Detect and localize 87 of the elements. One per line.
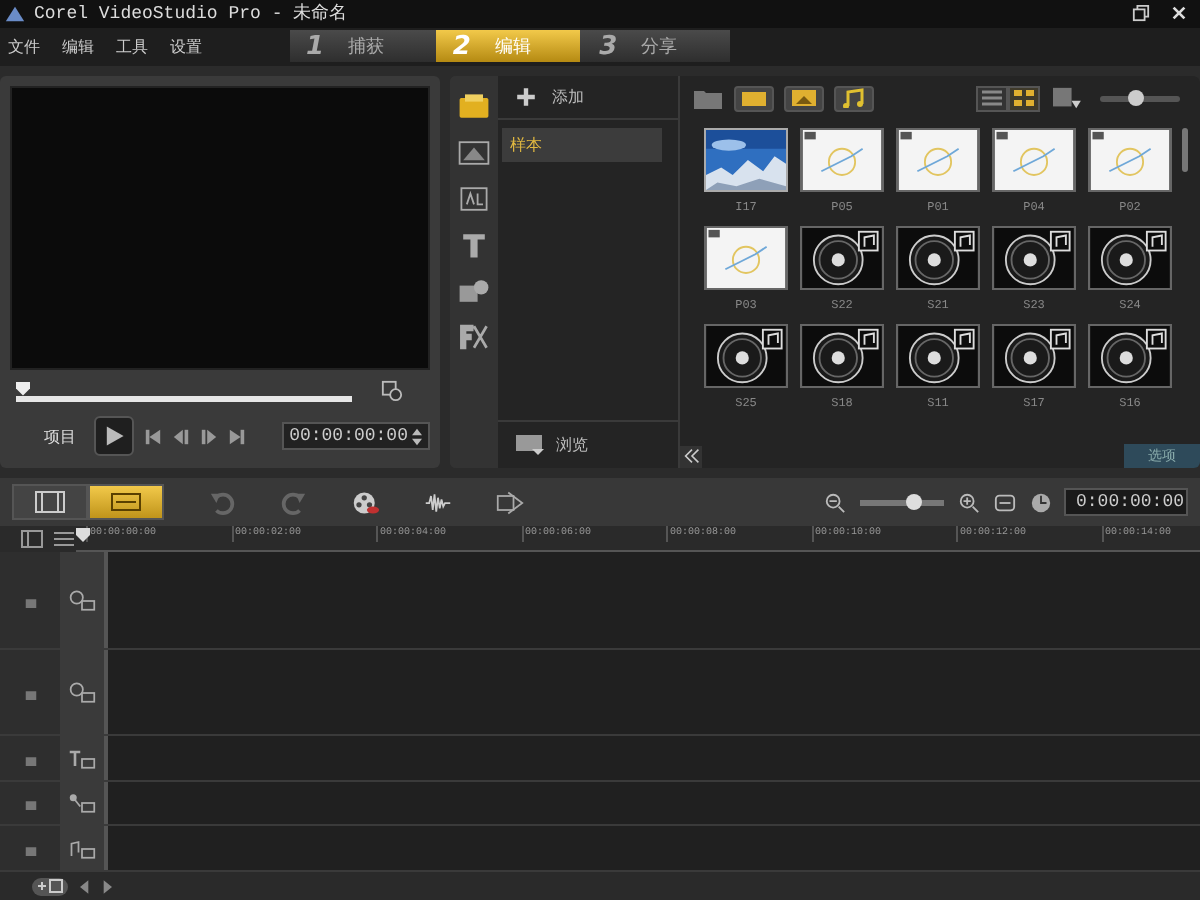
storyboard-view-button[interactable] xyxy=(12,484,88,520)
storyboard-icon xyxy=(34,490,66,514)
add-track-icon xyxy=(36,878,64,894)
audio-thumbnail[interactable] xyxy=(992,226,1076,291)
window-title: Corel VideoStudio Pro - 未命名 xyxy=(34,1,348,27)
fit-icon[interactable] xyxy=(994,491,1016,513)
music-track-icon xyxy=(68,837,96,859)
list-icon xyxy=(980,88,1004,109)
timecode-field[interactable]: 0:00:00:00 xyxy=(1064,488,1188,516)
graphics-icon[interactable] xyxy=(456,184,492,215)
film-track-icon xyxy=(68,589,96,611)
lock-icon[interactable] xyxy=(23,685,37,699)
title-track-icon xyxy=(68,747,96,769)
step-forward-icon[interactable] xyxy=(200,427,218,446)
step-number: 2 xyxy=(452,31,471,62)
menu-item[interactable]: 工具 xyxy=(116,35,148,58)
timeline-icon xyxy=(110,490,142,514)
film-icon xyxy=(740,88,768,109)
step-tab[interactable]: 3 分享 xyxy=(583,30,726,63)
film-reel-icon[interactable] xyxy=(352,489,380,515)
filter-icon[interactable] xyxy=(456,322,492,353)
audio-thumbnail[interactable] xyxy=(704,324,788,389)
sort-icon[interactable] xyxy=(1050,85,1082,112)
browse-label[interactable]: 浏览 xyxy=(556,434,588,456)
audio-thumbnail[interactable] xyxy=(800,324,884,389)
step-label: 捕获 xyxy=(348,35,385,60)
grid-view-button[interactable] xyxy=(1008,85,1040,112)
list-icon[interactable] xyxy=(52,528,76,550)
step-number: 3 xyxy=(599,31,618,62)
lock-icon[interactable] xyxy=(23,841,37,855)
add-label[interactable]: 添加 xyxy=(552,86,584,109)
menu-item[interactable]: 设置 xyxy=(170,35,202,58)
lock-icon[interactable] xyxy=(23,751,37,765)
scrub-track[interactable] xyxy=(16,381,352,402)
step-back-icon[interactable] xyxy=(172,427,190,446)
zoom-slider[interactable] xyxy=(860,499,944,505)
menu-item[interactable]: 编辑 xyxy=(62,35,94,58)
zoom-in-icon[interactable] xyxy=(958,491,980,513)
add-track-button[interactable] xyxy=(32,877,68,895)
multi-trim-icon[interactable] xyxy=(496,489,524,515)
timecode-field[interactable]: 00:00:00:00 xyxy=(281,422,430,451)
audio-thumbnail[interactable] xyxy=(896,324,980,389)
video-filter-button[interactable] xyxy=(734,85,774,112)
menu-item[interactable]: 文件 xyxy=(8,35,40,58)
home-icon[interactable] xyxy=(144,427,162,446)
folder-icon[interactable] xyxy=(692,85,724,112)
play-icon xyxy=(102,424,126,449)
microphone-track-icon xyxy=(68,792,96,814)
double-chevron-icon xyxy=(683,448,699,464)
clock-icon[interactable] xyxy=(1030,491,1052,513)
lock-icon[interactable] xyxy=(23,593,37,607)
size-slider[interactable] xyxy=(1100,95,1180,102)
end-icon[interactable] xyxy=(228,427,246,446)
audio-filter-button[interactable] xyxy=(834,85,874,112)
audio-thumbnail[interactable] xyxy=(800,226,884,291)
spinner-icon[interactable] xyxy=(412,427,422,446)
restore-icon[interactable] xyxy=(1132,4,1150,23)
photo-filter-button[interactable] xyxy=(784,85,824,112)
audio-thumbnail[interactable] xyxy=(992,324,1076,389)
plus-icon[interactable] xyxy=(514,86,538,109)
scroll-right-icon[interactable] xyxy=(102,879,112,893)
collapse-button[interactable] xyxy=(680,445,702,467)
transition-icon[interactable] xyxy=(456,138,492,169)
grid-icon xyxy=(1012,88,1036,109)
step-tab[interactable]: 1 捕获 xyxy=(290,30,433,63)
photo-icon xyxy=(790,88,818,109)
list-view-button[interactable] xyxy=(976,85,1008,112)
close-icon[interactable] xyxy=(1170,4,1188,23)
step-label: 编辑 xyxy=(494,35,531,60)
media-icon[interactable] xyxy=(456,92,492,123)
film-track-icon xyxy=(68,681,96,703)
lock-icon[interactable] xyxy=(23,796,37,810)
mode-label[interactable]: 项目 xyxy=(44,425,84,448)
step-label: 分享 xyxy=(641,35,678,60)
play-button[interactable] xyxy=(94,416,134,457)
timeline-view-button[interactable] xyxy=(88,484,164,520)
zoom-out-icon[interactable] xyxy=(824,491,846,513)
scroll-left-icon[interactable] xyxy=(80,879,90,893)
music-note-icon xyxy=(840,88,868,109)
folder-item[interactable]: 样本 xyxy=(502,128,662,163)
audio-thumbnail[interactable] xyxy=(1088,324,1172,389)
copy-icon[interactable] xyxy=(380,380,404,403)
audio-thumbnail[interactable] xyxy=(896,226,980,291)
step-number: 1 xyxy=(306,31,325,62)
audio-thumbnail[interactable] xyxy=(1088,226,1172,291)
browse-icon[interactable] xyxy=(514,432,546,458)
audio-wave-icon[interactable] xyxy=(424,489,452,515)
